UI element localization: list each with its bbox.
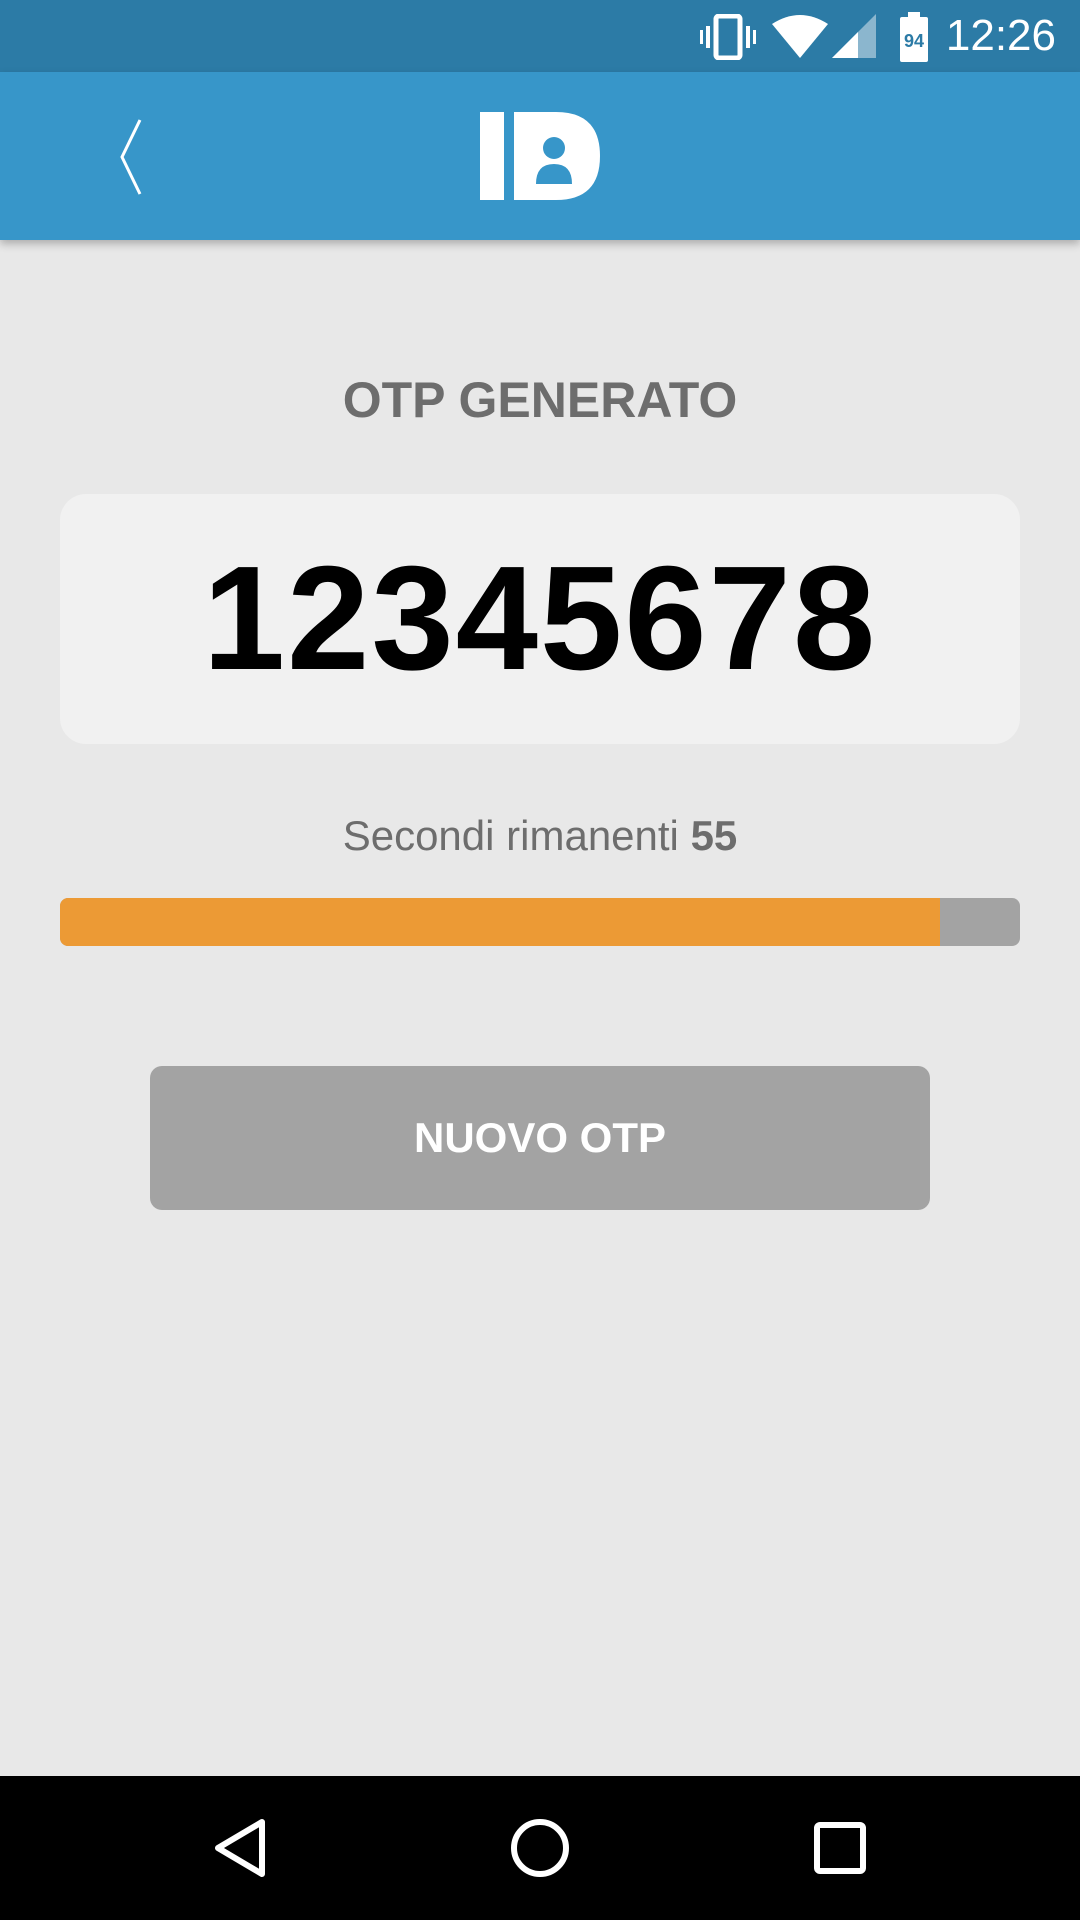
countdown-seconds: 55 — [690, 812, 738, 859]
countdown-text: Secondi rimanenti 55 — [0, 810, 1080, 862]
signal-icon — [832, 14, 876, 58]
system-nav-bar — [0, 1776, 1080, 1920]
back-triangle-icon[interactable] — [190, 1798, 290, 1898]
otp-card: 12345678 — [60, 494, 1020, 744]
vibrate-icon — [700, 14, 756, 60]
id-logo — [480, 112, 600, 200]
app-bar — [0, 72, 1080, 240]
status-time: 12:26 — [945, 11, 1056, 60]
countdown-label: Secondi rimanenti — [342, 812, 679, 859]
new-otp-button[interactable]: NUOVO OTP — [150, 1066, 930, 1210]
recents-square-icon[interactable] — [790, 1798, 890, 1898]
battery-level-text: 94 — [903, 30, 925, 51]
countdown-progress-fill — [60, 898, 941, 946]
wifi-icon — [772, 15, 828, 58]
countdown-progress-bar — [60, 898, 1020, 946]
status-bar: 94 12:26 — [0, 0, 1080, 72]
page-title: OTP GENERATO — [342, 372, 738, 428]
otp-code: 12345678 — [202, 536, 878, 701]
home-circle-icon[interactable] — [490, 1798, 590, 1898]
chevron-left-icon[interactable] — [100, 112, 160, 202]
